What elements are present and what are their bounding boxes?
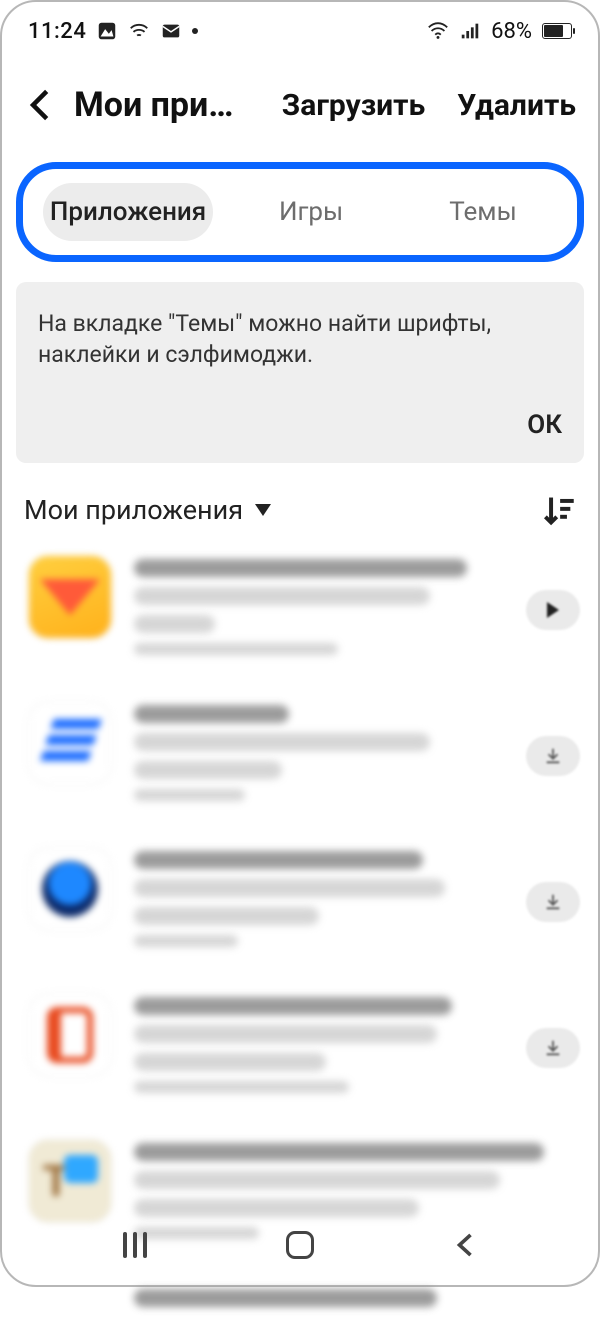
app-icon [28,1285,112,1315]
app-icon [28,993,112,1077]
battery-icon [542,23,572,39]
play-icon [547,602,559,618]
download-button[interactable] [526,882,580,922]
tab-games[interactable]: Игры [237,183,385,241]
status-right: 68% [427,19,572,44]
more-notifications-dot [192,28,198,34]
hint-ok-button[interactable]: ОК [527,408,562,443]
clock-text: 11:24 [28,19,86,44]
cell-signal-icon [459,20,481,42]
system-nav-bar [2,1213,598,1285]
nav-recent-button[interactable] [115,1230,155,1260]
app-text [134,847,504,957]
themes-hint-text: На вкладке "Темы" можно найти шрифты, на… [38,308,562,370]
wifi-sync-icon [128,20,150,42]
mail-icon [160,20,182,42]
category-tabs-highlight: Приложения Игры Темы [16,162,584,262]
list-filter-label: Мои приложения [24,494,243,526]
home-icon [286,1231,314,1259]
recent-icon [123,1232,147,1258]
back-icon [454,1231,476,1259]
tab-themes[interactable]: Темы [409,183,557,241]
download-icon [544,893,562,911]
page-title: Мои при… [74,85,234,125]
download-action[interactable]: Загрузить [282,88,425,123]
status-bar: 11:24 68% [2,2,598,60]
app-icon [28,555,112,639]
status-left: 11:24 [28,19,198,44]
themes-hint-card: На вкладке "Темы" можно найти шрифты, на… [16,282,584,463]
delete-action[interactable]: Удалить [457,88,576,123]
gallery-icon [96,20,118,42]
app-icon [28,701,112,785]
list-item[interactable] [28,979,580,1125]
list-filter-dropdown[interactable]: Мои приложения [24,494,271,526]
app-text [134,701,504,811]
app-icon [28,847,112,931]
nav-back-button[interactable] [445,1230,485,1260]
app-text [134,1285,580,1317]
app-text [134,993,504,1103]
sort-button[interactable] [542,493,576,527]
app-list-header: Мои приложения [24,493,576,527]
list-item[interactable] [28,541,580,687]
app-text [134,555,504,665]
open-button[interactable] [526,590,580,630]
header-actions: Загрузить Удалить [282,88,576,123]
tab-apps[interactable]: Приложения [43,183,213,241]
download-button[interactable] [526,1028,580,1068]
page-header: Мои при… Загрузить Удалить [2,60,598,150]
app-list: T [28,541,580,1317]
list-item[interactable] [28,833,580,979]
nav-home-button[interactable] [280,1230,320,1260]
app-icon: T [28,1139,112,1223]
download-button[interactable] [526,736,580,776]
download-icon [544,1039,562,1057]
battery-label: 68% [491,19,532,44]
chevron-down-icon [255,504,271,516]
download-icon [544,747,562,765]
list-item[interactable] [28,687,580,833]
wifi-icon [427,20,449,42]
back-button[interactable] [24,88,58,122]
